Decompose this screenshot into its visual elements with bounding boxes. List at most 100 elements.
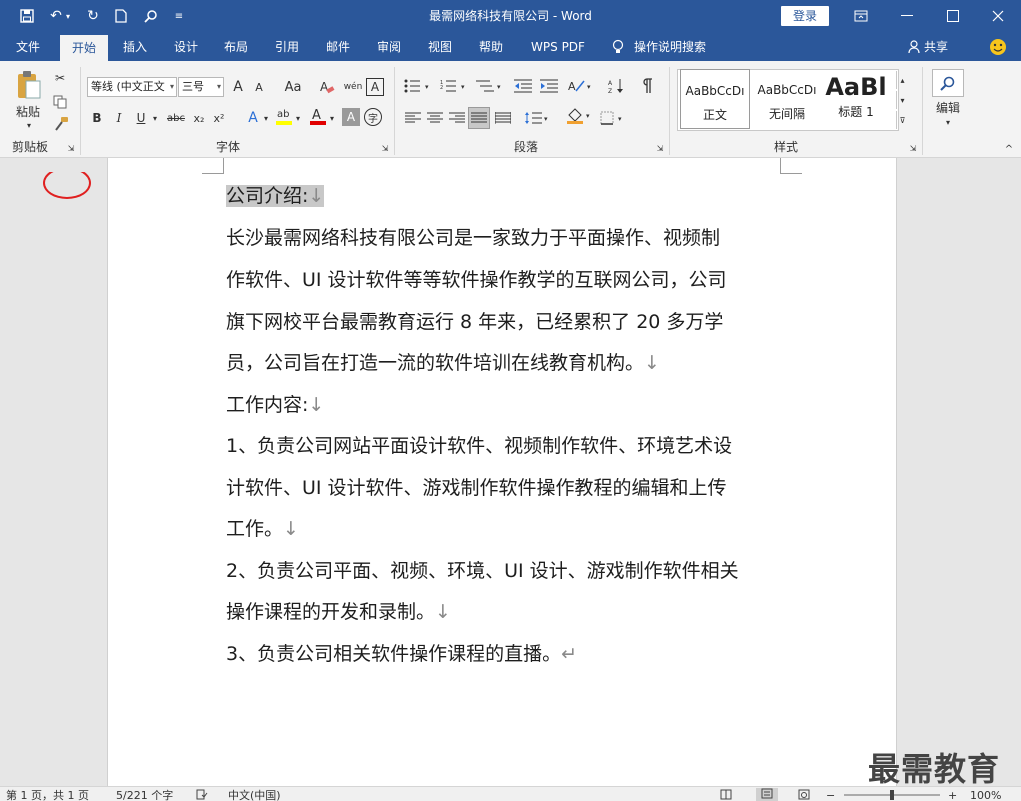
paragraph-launcher-icon[interactable]: ⇲ xyxy=(655,143,665,153)
collapse-ribbon-icon[interactable]: ^ xyxy=(1002,143,1016,155)
italic-button[interactable]: I xyxy=(110,107,128,129)
zoom-slider[interactable] xyxy=(844,789,940,801)
shrink-font-button[interactable]: A xyxy=(250,76,268,98)
enclose-characters-button[interactable]: 字 xyxy=(364,108,382,126)
style-no-spacing[interactable]: AaBbCcDı 无间隔 xyxy=(752,69,822,129)
style-normal[interactable]: AaBbCcDı 正文 xyxy=(680,69,750,129)
clipboard-launcher-icon[interactable]: ⇲ xyxy=(66,143,76,153)
close-icon[interactable] xyxy=(975,0,1021,32)
styles-more-icon[interactable]: ⊽ xyxy=(896,111,908,129)
character-shading-button[interactable]: A xyxy=(342,108,360,126)
tab-view[interactable]: 视图 xyxy=(419,33,461,61)
font-launcher-icon[interactable]: ⇲ xyxy=(380,143,390,153)
font-name-select[interactable]: 等线 (中文正文 ▾ xyxy=(87,77,177,97)
line-text: 员，公司旨在打造一流的软件培训在线教育机构。 xyxy=(226,352,645,374)
undo-dropdown-icon[interactable]: ▾ xyxy=(63,6,73,26)
customize-qat-icon[interactable]: ≡ xyxy=(168,6,190,26)
styles-launcher-icon[interactable]: ⇲ xyxy=(908,143,918,153)
tab-design[interactable]: 设计 xyxy=(165,33,207,61)
align-left-icon[interactable] xyxy=(402,107,424,129)
borders-icon[interactable]: ▾ xyxy=(598,107,628,129)
clear-formatting-icon[interactable]: A xyxy=(318,76,336,98)
word-count[interactable]: 5/221 个字 xyxy=(116,789,173,801)
tab-insert[interactable]: 插入 xyxy=(114,33,156,61)
multilevel-list-icon[interactable]: ▾ xyxy=(474,75,506,97)
show-marks-icon[interactable] xyxy=(636,75,658,97)
subscript-button[interactable]: x₂ xyxy=(190,107,208,129)
bullets-icon[interactable]: ▾ xyxy=(402,75,434,97)
change-case-button[interactable]: Aa xyxy=(278,76,308,98)
copy-icon[interactable] xyxy=(50,91,70,113)
tell-me-search[interactable]: 操作说明搜索 xyxy=(634,33,714,61)
web-layout-icon[interactable] xyxy=(798,789,812,801)
styles-scroll-up-icon[interactable]: ▴ xyxy=(896,71,908,89)
zoom-in-icon[interactable]: + xyxy=(948,789,958,801)
paste-icon[interactable] xyxy=(14,69,44,101)
editing-dropdown-icon[interactable]: ▾ xyxy=(942,116,954,128)
zoom-out-icon[interactable]: − xyxy=(826,789,836,801)
svg-text:▾: ▾ xyxy=(618,115,622,123)
find-icon[interactable] xyxy=(140,6,162,26)
cut-icon[interactable]: ✂ xyxy=(50,67,70,89)
new-document-icon[interactable] xyxy=(110,6,132,26)
language-status[interactable]: 中文(中国) xyxy=(228,789,281,801)
font-color-dropdown-icon[interactable]: ▾ xyxy=(328,107,336,129)
tab-layout[interactable]: 布局 xyxy=(215,33,257,61)
distributed-align-icon[interactable] xyxy=(492,107,514,129)
tab-mailings[interactable]: 邮件 xyxy=(317,33,359,61)
minimize-icon[interactable] xyxy=(884,0,930,32)
sort-icon[interactable]: AZ xyxy=(606,75,628,97)
text-effects-dropdown-icon[interactable]: ▾ xyxy=(262,107,270,129)
highlight-dropdown-icon[interactable]: ▾ xyxy=(294,107,302,129)
watermark: 最需教育 xyxy=(868,750,1001,788)
line-spacing-icon[interactable]: ▾ xyxy=(522,107,552,129)
svg-text:A: A xyxy=(312,108,321,123)
tab-home[interactable]: 开始 xyxy=(60,35,108,61)
style-heading-1[interactable]: AaBl 标题 1 xyxy=(824,69,888,129)
tab-help[interactable]: 帮助 xyxy=(470,33,512,61)
paste-dropdown-icon[interactable]: ▾ xyxy=(22,119,36,131)
justify-icon[interactable] xyxy=(468,107,490,129)
highlight-icon[interactable]: ab xyxy=(274,105,294,127)
paste-button[interactable]: 粘贴 xyxy=(10,103,46,119)
page-count[interactable]: 第 1 页，共 1 页 xyxy=(6,789,89,801)
tab-review[interactable]: 审阅 xyxy=(368,33,410,61)
align-center-icon[interactable] xyxy=(424,107,446,129)
smiley-feedback-icon[interactable] xyxy=(986,33,1010,61)
underline-button[interactable]: U xyxy=(132,107,150,129)
align-right-icon[interactable] xyxy=(446,107,468,129)
share-button[interactable]: 共享 xyxy=(924,33,956,61)
chinese-layout-icon[interactable]: A ▾ xyxy=(566,75,596,97)
read-mode-icon[interactable] xyxy=(720,789,734,801)
font-size-select[interactable]: 三号 ▾ xyxy=(178,77,224,97)
grow-font-button[interactable]: A xyxy=(228,76,248,98)
tab-wps-pdf[interactable]: WPS PDF xyxy=(522,33,594,61)
superscript-button[interactable]: x² xyxy=(210,107,228,129)
decrease-indent-icon[interactable] xyxy=(512,75,534,97)
editing-search-icon[interactable] xyxy=(932,69,964,97)
strikethrough-button[interactable]: abc xyxy=(164,107,188,129)
maximize-icon[interactable] xyxy=(930,0,976,32)
numbering-icon[interactable]: 1 2 ▾ xyxy=(438,75,470,97)
shading-icon[interactable]: ▾ xyxy=(564,105,594,127)
format-painter-icon[interactable] xyxy=(50,113,72,135)
phonetic-guide-button[interactable]: wén xyxy=(342,76,364,98)
ribbon-display-options-icon[interactable] xyxy=(838,0,884,32)
zoom-level[interactable]: 100% xyxy=(970,789,1001,801)
underline-dropdown-icon[interactable]: ▾ xyxy=(150,107,160,129)
bold-button[interactable]: B xyxy=(88,107,106,129)
tab-file[interactable]: 文件 xyxy=(6,33,50,61)
increase-indent-icon[interactable] xyxy=(538,75,560,97)
font-color-icon[interactable]: A xyxy=(308,105,328,127)
text-effects-button[interactable]: A xyxy=(244,107,262,129)
editing-button[interactable]: 编辑 xyxy=(928,99,968,115)
save-icon[interactable] xyxy=(16,6,38,26)
character-border-button[interactable]: A xyxy=(366,78,384,96)
styles-scroll-down-icon[interactable]: ▾ xyxy=(896,91,908,109)
document-page[interactable]: 公司介绍:↓ 长沙最需网络科技有限公司是一家致力于平面操作、视频制 作软件、UI… xyxy=(107,158,897,786)
repeat-icon[interactable]: ↻ xyxy=(82,6,104,26)
print-layout-icon[interactable] xyxy=(756,788,778,801)
proofing-icon[interactable] xyxy=(196,789,210,801)
login-button[interactable]: 登录 xyxy=(781,6,829,26)
tab-references[interactable]: 引用 xyxy=(266,33,308,61)
